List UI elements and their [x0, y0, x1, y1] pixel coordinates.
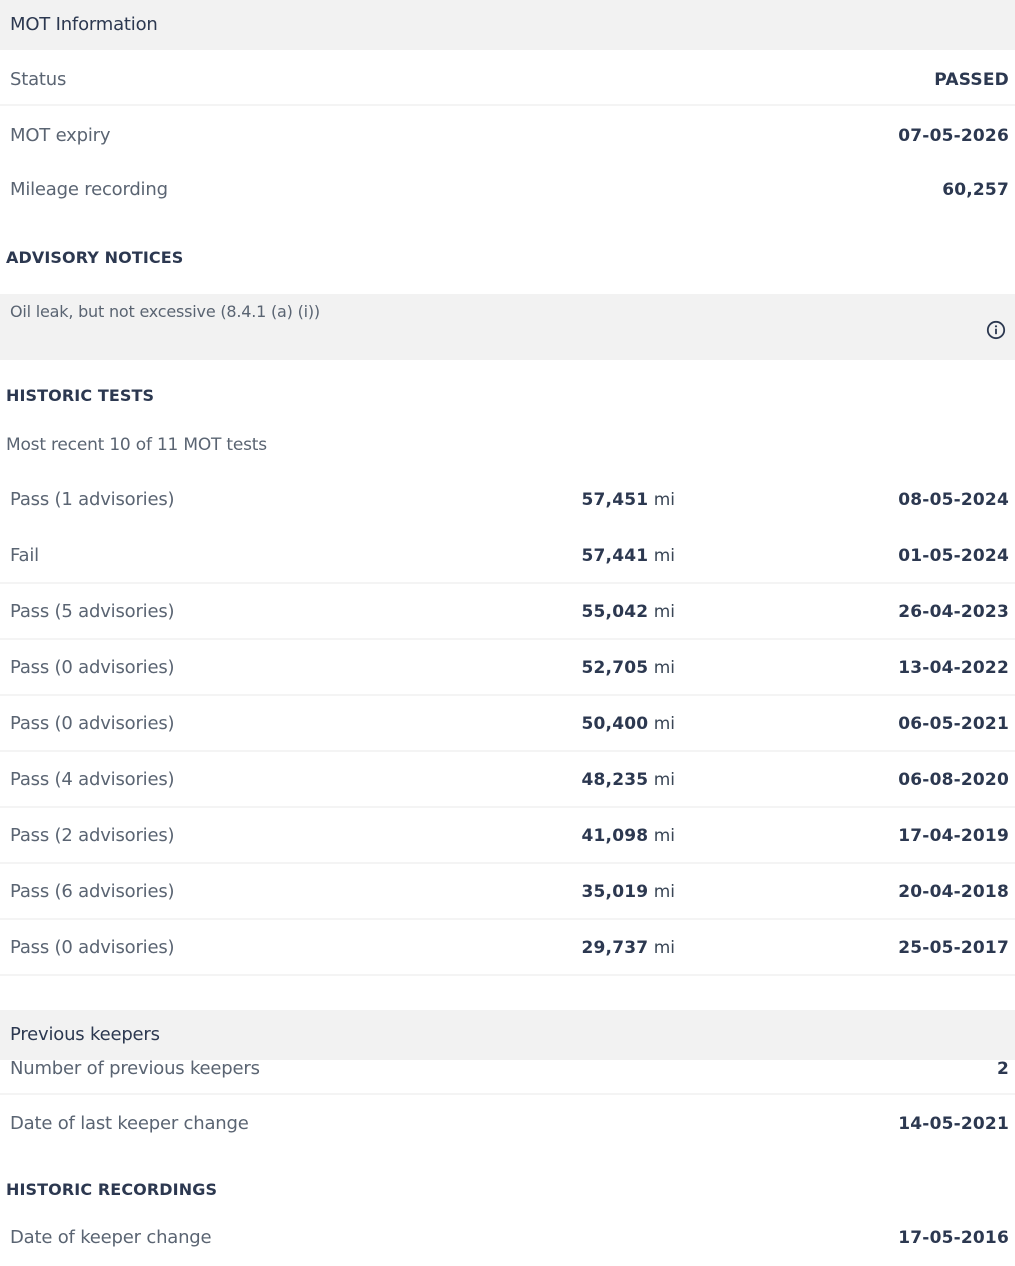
status-value: PASSED — [934, 70, 1009, 90]
test-date: 01-05-2024 — [898, 546, 1009, 566]
keeper-change-recording-label: Date of keeper change — [10, 1227, 212, 1248]
historic-test-row[interactable]: Pass (0 advisories) 52,705 mi 13-04-2022 — [0, 640, 1015, 696]
test-result: Pass (4 advisories) — [10, 769, 175, 790]
mileage-recording-value: 60,257 — [942, 180, 1009, 200]
test-mileage-unit: mi — [653, 826, 675, 846]
mot-status-row: Status PASSED — [0, 54, 1015, 106]
historic-test-row[interactable]: Fail 57,441 mi 01-05-2024 — [0, 528, 1015, 584]
test-mileage-value: 35,019 — [581, 882, 649, 902]
test-mileage: 50,400 mi — [581, 696, 675, 752]
last-keeper-change-row: Date of last keeper change 14-05-2021 — [0, 1098, 1015, 1150]
test-mileage-value: 48,235 — [581, 770, 649, 790]
historic-test-row[interactable]: Pass (5 advisories) 55,042 mi 26-04-2023 — [0, 584, 1015, 640]
test-mileage-value: 29,737 — [581, 938, 649, 958]
previous-keepers-count-row: Number of previous keepers 2 — [0, 1043, 1015, 1095]
test-mileage-unit: mi — [653, 602, 675, 622]
advisory-notice-text: Oil leak, but not excessive (8.4.1 (a) (… — [10, 302, 320, 321]
test-date: 08-05-2024 — [898, 490, 1009, 510]
historic-tests-summary: Most recent 10 of 11 MOT tests — [6, 435, 267, 455]
historic-test-row[interactable]: Pass (6 advisories) 35,019 mi 20-04-2018 — [0, 864, 1015, 920]
test-mileage-value: 57,441 — [581, 546, 649, 566]
mileage-recording-row: Mileage recording 60,257 — [0, 164, 1015, 216]
test-mileage-unit: mi — [653, 938, 675, 958]
previous-keepers-count-value: 2 — [996, 1059, 1009, 1079]
test-mileage: 55,042 mi — [581, 584, 675, 640]
last-keeper-change-value: 14-05-2021 — [898, 1114, 1009, 1134]
test-result: Pass (5 advisories) — [10, 601, 175, 622]
test-mileage: 29,737 mi — [581, 920, 675, 976]
historic-test-row[interactable]: Pass (1 advisories) 57,451 mi 08-05-2024 — [0, 472, 1015, 528]
test-mileage: 48,235 mi — [581, 752, 675, 808]
test-mileage-unit: mi — [653, 490, 675, 510]
historic-recordings-heading: HISTORIC RECORDINGS — [6, 1180, 218, 1199]
test-result: Pass (2 advisories) — [10, 825, 175, 846]
test-result: Pass (0 advisories) — [10, 657, 175, 678]
test-result: Pass (0 advisories) — [10, 937, 175, 958]
test-mileage-unit: mi — [653, 770, 675, 790]
test-mileage-unit: mi — [653, 658, 675, 678]
test-mileage-unit: mi — [653, 882, 675, 902]
advisory-notices-heading: ADVISORY NOTICES — [6, 248, 184, 267]
test-date: 26-04-2023 — [898, 602, 1009, 622]
test-result: Pass (6 advisories) — [10, 881, 175, 902]
test-date: 06-08-2020 — [898, 770, 1009, 790]
historic-test-row[interactable]: Pass (2 advisories) 41,098 mi 17-04-2019 — [0, 808, 1015, 864]
test-mileage: 57,451 mi — [581, 472, 675, 528]
vehicle-history-page: MOT Information Status PASSED MOT expiry… — [0, 0, 1015, 1266]
historic-test-row[interactable]: Pass (0 advisories) 50,400 mi 06-05-2021 — [0, 696, 1015, 752]
test-mileage-value: 57,451 — [581, 490, 649, 510]
advisory-notice-item: Oil leak, but not excessive (8.4.1 (a) (… — [0, 294, 1015, 360]
previous-keepers-count-label: Number of previous keepers — [10, 1058, 260, 1079]
test-date: 20-04-2018 — [898, 882, 1009, 902]
test-mileage-value: 52,705 — [581, 658, 649, 678]
test-mileage: 52,705 mi — [581, 640, 675, 696]
test-result: Fail — [10, 545, 39, 566]
test-mileage: 57,441 mi — [581, 528, 675, 584]
mot-expiry-value: 07-05-2026 — [898, 126, 1009, 146]
test-mileage-value: 41,098 — [581, 826, 649, 846]
test-mileage: 41,098 mi — [581, 808, 675, 864]
status-label: Status — [10, 69, 67, 90]
test-result: Pass (0 advisories) — [10, 713, 175, 734]
mot-expiry-label: MOT expiry — [10, 125, 111, 146]
last-keeper-change-label: Date of last keeper change — [10, 1113, 249, 1134]
keeper-change-recording-value: 17-05-2016 — [898, 1228, 1009, 1248]
mot-expiry-row: MOT expiry 07-05-2026 — [0, 110, 1015, 162]
test-date: 17-04-2019 — [898, 826, 1009, 846]
historic-test-row[interactable]: Pass (4 advisories) 48,235 mi 06-08-2020 — [0, 752, 1015, 808]
info-icon[interactable] — [986, 320, 1006, 340]
mot-information-header: MOT Information — [0, 0, 1015, 50]
test-mileage: 35,019 mi — [581, 864, 675, 920]
test-result: Pass (1 advisories) — [10, 489, 175, 510]
test-mileage-value: 55,042 — [581, 602, 649, 622]
historic-test-row[interactable]: Pass (0 advisories) 29,737 mi 25-05-2017 — [0, 920, 1015, 976]
test-date: 25-05-2017 — [898, 938, 1009, 958]
historic-tests-heading: HISTORIC TESTS — [6, 386, 155, 405]
test-mileage-unit: mi — [653, 714, 675, 734]
test-mileage-value: 50,400 — [581, 714, 649, 734]
test-date: 13-04-2022 — [898, 658, 1009, 678]
keeper-change-recording-row: Date of keeper change 17-05-2016 — [0, 1212, 1015, 1264]
mileage-recording-label: Mileage recording — [10, 179, 168, 200]
test-date: 06-05-2021 — [898, 714, 1009, 734]
test-mileage-unit: mi — [653, 546, 675, 566]
